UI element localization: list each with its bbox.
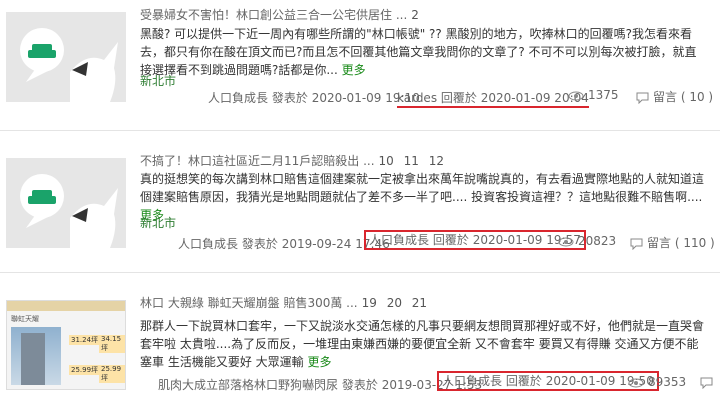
divider	[0, 130, 720, 131]
post-excerpt: 黑酸? 可以提供一下近一周內有哪些所謂的"林口帳號" ?? 黑酸別的地方，吹捧林…	[140, 27, 697, 77]
location-label[interactable]: 新北市	[140, 214, 176, 231]
building-tower	[21, 333, 45, 385]
page-links[interactable]: 19 20 21	[362, 296, 427, 310]
sofa-chat-icon	[6, 158, 126, 248]
post-meta: 人口負成長 發表於 2019-09-24 17:46	[178, 237, 390, 251]
more-link[interactable]: 更多	[342, 63, 366, 77]
thumb-header	[7, 301, 125, 311]
eye-icon	[628, 378, 644, 387]
thumb-price: 25.99坪	[69, 365, 101, 375]
highlight-box: 人口負成長 回覆於 2020-01-09 19:50	[437, 371, 659, 391]
author-link[interactable]: 人口負成長	[178, 237, 238, 251]
replier-link[interactable]: 人口負成長	[369, 233, 429, 247]
view-count: 20823	[558, 234, 616, 248]
thumb-price: 25.99坪	[99, 365, 125, 383]
author-link[interactable]: 肌肉大成立部落格林口野狗嚇閃尿	[158, 378, 338, 392]
last-reply: 人口負成長 回覆於 2020-01-09 19:57	[364, 230, 586, 250]
location-label[interactable]: 新北市	[140, 72, 176, 89]
view-count: 89353	[628, 375, 686, 389]
highlight-underline: kardes 回覆於 2020-01-09 20:04	[397, 91, 589, 108]
thumb-price: 31.24坪	[69, 335, 101, 345]
comment-icon	[630, 238, 643, 250]
eye-icon	[568, 91, 584, 100]
more-link[interactable]: 更多	[307, 355, 331, 369]
post-thumbnail[interactable]	[6, 12, 126, 102]
view-count: 1375	[568, 88, 619, 102]
replier-link[interactable]: kardes	[397, 91, 437, 105]
comment-icon-only	[700, 375, 717, 389]
sofa-chat-icon	[6, 12, 126, 102]
author-link[interactable]: 人口負成長	[208, 91, 268, 105]
reply-count: 留言 ( 110 )	[630, 234, 715, 251]
post-meta: 肌肉大成立部落格林口野狗嚇閃尿 發表於 2019-03-27 1:53	[158, 378, 483, 392]
post-thumbnail[interactable]: 聯虹天耀 31.24坪 34.15坪 25.99坪 25.99坪	[6, 300, 126, 390]
post-title[interactable]: 林口 大親綠 聯虹天耀崩盤 賠售300萬 ... 19 20 21	[140, 294, 427, 311]
comment-icon	[636, 92, 649, 104]
page-links[interactable]: 10 11 12	[379, 154, 444, 168]
last-reply: 人口負成長 回覆於 2020-01-09 19:50	[437, 371, 659, 391]
eye-icon	[558, 237, 574, 246]
highlight-box: 人口負成長 回覆於 2020-01-09 19:57	[364, 230, 586, 250]
thumb-building-name: 聯虹天耀	[11, 315, 39, 323]
post-thumbnail[interactable]	[6, 158, 126, 248]
divider	[0, 272, 720, 273]
post-title[interactable]: 受暴婦女不害怕！林口創公益三合一公宅供居住 ... 2	[140, 6, 419, 23]
thumb-price: 34.15坪	[99, 335, 125, 353]
page-links[interactable]: 2	[411, 8, 419, 22]
last-reply: kardes 回覆於 2020-01-09 20:04	[397, 89, 589, 108]
replier-link[interactable]: 人口負成長	[442, 374, 502, 388]
comment-icon	[700, 377, 713, 389]
post-excerpt: 真的挺想笑的每次講到林口賠售這個建案就一定被拿出來萬年說嘴說真的，有去看過實際地…	[140, 172, 705, 222]
post-title[interactable]: 不搞了！林口這社區近二月11戶認賠殺出 ... 10 11 12	[140, 152, 444, 169]
reply-count: 留言 ( 10 )	[636, 88, 713, 105]
post-meta: 人口負成長 發表於 2020-01-09 19:10	[208, 91, 420, 105]
post-excerpt: 那群人一下說買林口套牢，一下又說淡水交通怎樣的凡事只要網友想問買那裡好或不好，他…	[140, 319, 705, 369]
